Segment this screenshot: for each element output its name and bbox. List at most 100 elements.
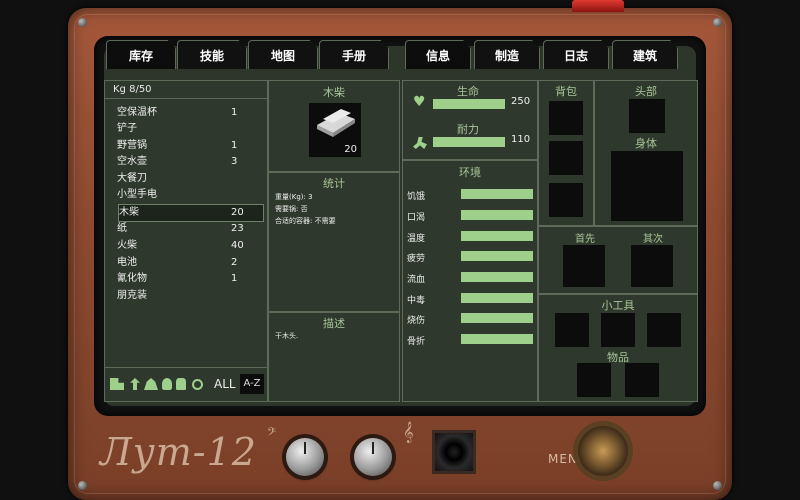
food-filter-icon[interactable]	[176, 378, 186, 390]
item-qty: 40	[231, 240, 244, 251]
item-name: 火柴	[117, 240, 137, 251]
items-label: 物品	[607, 351, 629, 364]
backpack-slot[interactable]	[549, 141, 583, 175]
thirst-label: 口渴	[407, 213, 426, 223]
tab-info[interactable]: 信息	[405, 40, 471, 69]
tab-crafting[interactable]: 制造	[474, 40, 540, 69]
item-qty: 3	[231, 156, 238, 167]
inventory-item[interactable]: 空水壶 3	[117, 154, 263, 170]
inventory-item[interactable]: 火柴 40	[117, 238, 263, 254]
primary-weapon-slot[interactable]	[563, 245, 605, 287]
item-name: 铲子	[117, 123, 137, 134]
tuning-knob[interactable]	[354, 438, 392, 476]
menu-button[interactable]	[432, 430, 476, 474]
tab-building[interactable]: 建筑	[612, 40, 678, 69]
screw	[713, 18, 722, 27]
backpack-panel: 背包	[538, 80, 594, 226]
sort-az-button[interactable]: A-Z	[240, 374, 264, 394]
inventory-item[interactable]: 大餐刀	[117, 171, 263, 187]
item-count: 20	[344, 144, 357, 155]
tab-manual[interactable]: 手册	[319, 40, 389, 69]
inventory-item[interactable]: 野营锅 1	[117, 138, 263, 154]
bleeding-bar	[461, 272, 533, 282]
item-qty: 23	[231, 223, 244, 234]
body-label: 身体	[635, 137, 657, 150]
fatigue-label: 疲劳	[407, 254, 426, 264]
stats-panel: 统计 重量(Kg): 3 需要锅: 否 合适的容器: 不需要	[268, 172, 400, 312]
screw	[713, 481, 722, 490]
item-name: 大餐刀	[117, 173, 147, 184]
primary-label: 首先	[575, 234, 595, 245]
description-title: 描述	[323, 317, 345, 330]
inventory-item[interactable]: 电池 2	[117, 255, 263, 271]
stat-container: 合适的容器: 不需要	[275, 217, 336, 225]
inventory-item[interactable]: 小型手电	[117, 187, 263, 203]
item-name: 纸	[117, 223, 127, 234]
item-name: 电池	[117, 257, 137, 268]
life-label: 生命	[457, 85, 479, 98]
inventory-item-selected[interactable]: 木柴 20	[118, 204, 264, 222]
stat-weight: 重量(Kg): 3	[275, 193, 313, 201]
life-bar	[433, 99, 505, 109]
hunger-bar	[461, 189, 533, 199]
treble-clef-icon: 𝄞	[403, 422, 414, 443]
tab-map[interactable]: 地图	[248, 40, 318, 69]
connector-port	[578, 426, 628, 476]
fire-filter-icon[interactable]	[162, 378, 172, 390]
item-qty: 2	[231, 257, 238, 268]
inventory-item[interactable]: 纸 23	[117, 221, 263, 237]
fracture-label: 骨折	[407, 337, 426, 347]
heart-icon: ♥	[413, 94, 426, 110]
body-slot[interactable]	[611, 151, 683, 221]
item-name: 木柴	[119, 207, 139, 218]
indicator-light	[572, 0, 624, 12]
item-name: 朋克装	[117, 290, 147, 301]
tab-inventory[interactable]: 库存	[106, 40, 176, 69]
temperature-label: 温度	[407, 234, 426, 244]
device-brand-logo: Лут-12	[100, 430, 257, 474]
hunger-label: 饥饿	[407, 192, 426, 202]
secondary-weapon-slot[interactable]	[631, 245, 673, 287]
weapons-panel: 首先 其次	[538, 226, 698, 294]
screw	[78, 481, 87, 490]
tab-journal[interactable]: 日志	[543, 40, 609, 69]
item-title: 木柴	[323, 86, 345, 99]
item-qty: 1	[231, 273, 238, 284]
tab-skills[interactable]: 技能	[177, 40, 247, 69]
thirst-bar	[461, 210, 533, 220]
burn-bar	[461, 313, 533, 323]
secondary-label: 其次	[643, 234, 663, 245]
filter-all-button[interactable]: ALL	[214, 377, 236, 391]
gadget-slot[interactable]	[647, 313, 681, 347]
backpack-slot[interactable]	[549, 101, 583, 135]
backpack-slot[interactable]	[549, 183, 583, 217]
divider	[105, 367, 267, 368]
environment-title: 环境	[459, 166, 481, 179]
inventory-item[interactable]: 空保温杯 1	[117, 105, 263, 121]
quick-item-slot[interactable]	[577, 363, 611, 397]
gadgets-label: 小工具	[601, 299, 635, 312]
life-value: 250	[511, 96, 531, 107]
inventory-item[interactable]: 氰化物 1	[117, 271, 263, 287]
stamina-value: 110	[511, 134, 531, 145]
misc-filter-icon[interactable]	[192, 379, 203, 390]
armor-panel: 头部 身体	[594, 80, 698, 226]
gadget-slot[interactable]	[555, 313, 589, 347]
inventory-item[interactable]: 朋克装	[117, 288, 263, 304]
head-slot[interactable]	[629, 99, 665, 133]
quick-item-slot[interactable]	[625, 363, 659, 397]
temperature-bar	[461, 231, 533, 241]
environment-panel: 环境 饥饿 口渴 温度 疲劳 流血 中毒 烧伤 骨折	[402, 160, 538, 402]
item-name: 空保温杯	[117, 107, 157, 118]
poison-label: 中毒	[407, 296, 426, 306]
volume-knob[interactable]	[286, 438, 324, 476]
inventory-item[interactable]: 铲子	[117, 121, 263, 137]
item-qty: 1	[231, 140, 238, 151]
gadget-slot[interactable]	[601, 313, 635, 347]
item-image-slot: 20	[309, 103, 361, 157]
item-name: 空水壶	[117, 156, 147, 167]
item-name: 氰化物	[117, 273, 147, 284]
firewood-icon	[317, 109, 355, 137]
stamina-bar	[433, 137, 505, 147]
bass-clef-icon: 𝄢	[267, 426, 277, 442]
